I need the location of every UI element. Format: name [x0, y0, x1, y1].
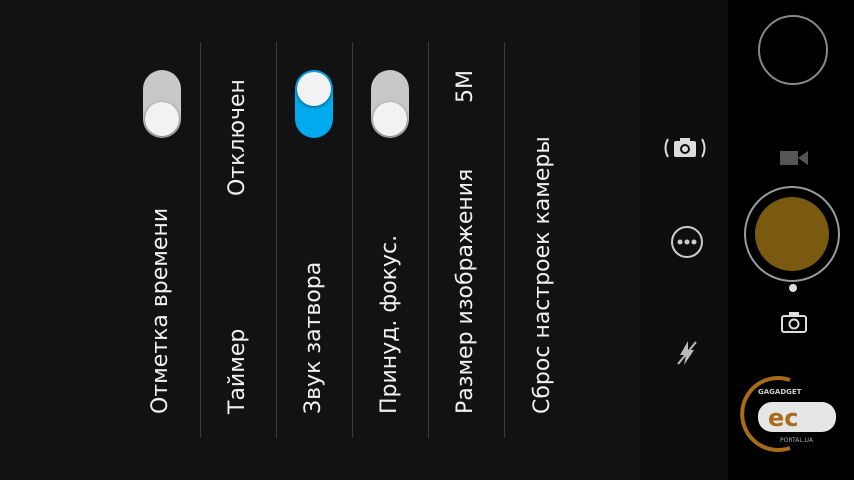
- setting-image-size-label: Размер изображения: [453, 168, 478, 414]
- video-mode-icon[interactable]: [778, 146, 810, 170]
- setting-reset-label: Сброс настроек камеры: [530, 136, 555, 414]
- svg-text:GAGADGET: GAGADGET: [758, 388, 802, 396]
- setting-image-size-value: 5M: [453, 70, 478, 103]
- setting-reset-camera[interactable]: Сброс настроек камеры: [504, 0, 580, 480]
- side-toolbar: [640, 0, 728, 480]
- flash-off-icon[interactable]: [674, 338, 700, 368]
- setting-force-focus-label: Принуд. фокус.: [377, 234, 402, 414]
- setting-image-size[interactable]: Размер изображения 5M: [428, 0, 504, 480]
- thumbnail-preview[interactable]: [758, 15, 828, 85]
- watermark-logo: ec GAGADGET PORTAL.UA: [738, 372, 844, 456]
- timestamp-toggle[interactable]: [143, 70, 181, 138]
- setting-timer-label: Таймер: [225, 328, 250, 414]
- svg-text:PORTAL.UA: PORTAL.UA: [780, 437, 814, 444]
- svg-text:ec: ec: [768, 404, 799, 432]
- setting-shutter-sound[interactable]: Звук затвора: [276, 0, 352, 480]
- mode-indicator-dot: [789, 284, 797, 292]
- more-options-icon[interactable]: [669, 224, 705, 260]
- setting-timer[interactable]: Таймер Отключен: [200, 0, 276, 480]
- force-focus-toggle[interactable]: [371, 70, 409, 138]
- setting-shutter-sound-label: Звук затвора: [301, 261, 326, 414]
- setting-timestamp[interactable]: Отметка времени: [124, 0, 200, 480]
- photo-mode-icon[interactable]: [780, 310, 808, 334]
- shutter-button[interactable]: [744, 186, 840, 282]
- camera-switch-icon[interactable]: [662, 128, 708, 168]
- shutter-sound-toggle[interactable]: [295, 70, 333, 138]
- setting-timer-value: Отключен: [225, 79, 250, 196]
- setting-force-focus[interactable]: Принуд. фокус.: [352, 0, 428, 480]
- setting-timestamp-label: Отметка времени: [148, 207, 173, 414]
